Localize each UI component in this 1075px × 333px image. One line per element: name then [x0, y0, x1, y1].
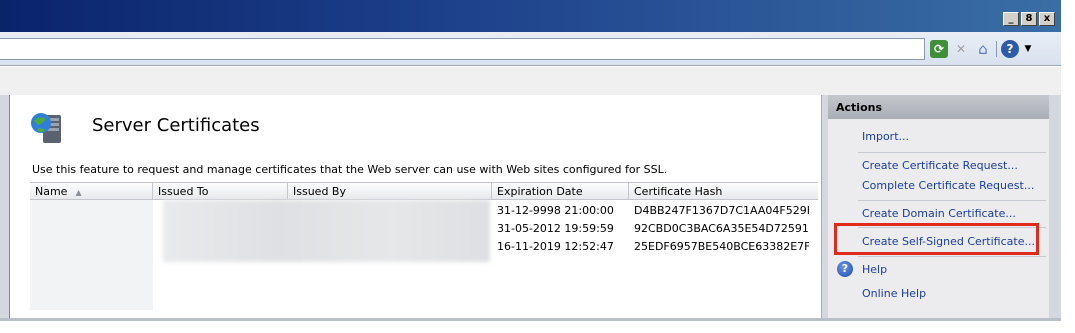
home-icon[interactable]: ⌂ [974, 40, 992, 58]
feature-description: Use this feature to request and manage c… [32, 163, 668, 176]
column-header-label: Name [35, 185, 68, 198]
complete-certificate-request-action[interactable]: Complete Certificate Request... [862, 179, 1034, 192]
help-action[interactable]: Help [862, 263, 887, 276]
actions-pane: Actions Import... Create Certificate Req… [828, 95, 1049, 320]
expiration-cell: 31-12-9998 21:00:00 [497, 204, 614, 217]
column-header-name[interactable]: Name ▲ [30, 183, 153, 199]
navigation-icons: ⟳ ✕ ⌂ ? ▼ [930, 40, 1033, 58]
action-divider [858, 152, 1046, 153]
expiration-cell: 31-05-2012 19:59:59 [497, 222, 614, 235]
online-help-action[interactable]: Online Help [862, 287, 926, 300]
column-header-issued-by[interactable]: Issued By [288, 183, 492, 199]
window-titlebar: _ 8 x [0, 0, 1061, 32]
certificates-table: Name ▲ Issued To Issued By Expiration Dat… [30, 182, 818, 310]
table-header: Name ▲ Issued To Issued By Expiration Dat… [30, 182, 818, 200]
import-action[interactable]: Import... [862, 130, 909, 143]
close-button[interactable]: x [1039, 12, 1055, 26]
table-body: 31-12-9998 21:00:00 D4BB247F1367D7C1AA04… [30, 200, 818, 310]
minimize-button[interactable]: _ [1003, 12, 1019, 26]
dropdown-caret-icon[interactable]: ▼ [1023, 40, 1033, 58]
page-title: Server Certificates [92, 115, 260, 136]
action-divider [858, 200, 1046, 201]
expiration-cell: 16-11-2019 12:52:47 [497, 240, 614, 253]
hash-cell: D4BB247F1367D7C1AA04F529E [634, 204, 809, 217]
window-controls: _ 8 x [1003, 12, 1055, 26]
content-area: Server Certificates Use this feature to … [0, 95, 1061, 320]
server-certificate-icon [31, 113, 61, 143]
menu-strip [0, 67, 1061, 95]
actions-header: Actions [828, 95, 1049, 119]
name-column-area [30, 200, 153, 310]
sort-ascending-icon: ▲ [75, 188, 82, 197]
column-header-expiration-date[interactable]: Expiration Date [492, 183, 629, 199]
table-row[interactable]: 31-05-2012 19:59:59 92CBD0C3BAC6A35E54D7… [492, 222, 809, 239]
help-icon: ? [837, 261, 853, 277]
address-input[interactable] [0, 38, 925, 60]
feature-panel: Server Certificates Use this feature to … [9, 95, 822, 320]
restore-button[interactable]: 8 [1021, 12, 1037, 26]
highlight-box [834, 223, 1039, 255]
table-row[interactable]: 16-11-2019 12:52:47 25EDF6957BE540BCE633… [492, 240, 809, 257]
address-bar: ⟳ ✕ ⌂ ? ▼ [0, 32, 1061, 66]
create-certificate-request-action[interactable]: Create Certificate Request... [862, 159, 1018, 172]
window-bottom-edge [0, 318, 1061, 321]
help-icon[interactable]: ? [1001, 40, 1019, 58]
action-divider [858, 256, 1046, 257]
stop-icon[interactable]: ✕ [952, 40, 970, 58]
redacted-issuer-area [163, 200, 490, 262]
hash-cell: 92CBD0C3BAC6A35E54D72591. [634, 222, 809, 235]
column-header-certificate-hash[interactable]: Certificate Hash [629, 183, 816, 199]
table-row[interactable]: 31-12-9998 21:00:00 D4BB247F1367D7C1AA04… [492, 204, 809, 221]
toolbar-divider [996, 41, 997, 57]
refresh-icon[interactable]: ⟳ [930, 40, 948, 58]
create-domain-certificate-action[interactable]: Create Domain Certificate... [862, 207, 1016, 220]
hash-cell: 25EDF6957BE540BCE63382E7F. [634, 240, 809, 253]
column-header-issued-to[interactable]: Issued To [153, 183, 288, 199]
